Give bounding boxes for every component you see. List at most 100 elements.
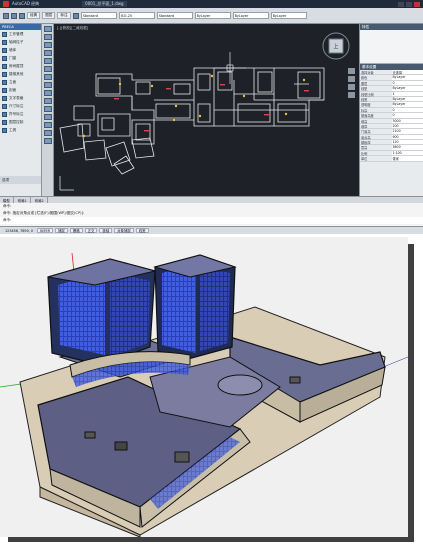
status-toggle[interactable]: 捕捉 xyxy=(55,228,68,233)
property-value[interactable]: 120 xyxy=(391,140,423,145)
polyline-tool-icon[interactable] xyxy=(43,34,52,40)
window-controls xyxy=(398,1,423,7)
crosshair-cursor xyxy=(214,52,246,84)
hatch-tool-icon[interactable] xyxy=(43,66,52,72)
property-value[interactable]: ByLayer xyxy=(391,86,423,91)
command-input[interactable]: 命令: xyxy=(0,217,423,224)
layer-icon[interactable] xyxy=(72,12,79,19)
erase-tool-icon[interactable] xyxy=(43,138,52,144)
property-value[interactable]: ByLayer xyxy=(391,96,423,102)
palette-footer[interactable]: 选项 xyxy=(0,176,41,184)
status-toggle[interactable]: INFER xyxy=(37,228,54,233)
palette-label: 文字表格 xyxy=(9,95,24,100)
text-style-select[interactable]: Standard xyxy=(80,12,117,19)
palette-item[interactable]: 图层控制 xyxy=(0,118,41,126)
move-tool-icon[interactable] xyxy=(43,82,52,88)
table-style-select[interactable]: Standard xyxy=(156,12,193,19)
palette-item[interactable]: 工具 xyxy=(0,126,41,134)
status-toggle[interactable]: 栅格 xyxy=(69,228,83,233)
status-toggle[interactable]: 正交 xyxy=(84,228,98,233)
copy-tool-icon[interactable] xyxy=(43,90,52,96)
palette-label: 房间屋顶 xyxy=(9,63,24,68)
palette-item[interactable]: 剖面 xyxy=(0,86,41,94)
property-row[interactable]: 单位 毫米 xyxy=(360,156,423,162)
line-tool-icon[interactable] xyxy=(43,26,52,32)
palette-icon xyxy=(2,55,7,61)
property-value[interactable]: 900 xyxy=(391,134,423,140)
palette-item[interactable]: 墙体 xyxy=(0,46,41,54)
save-icon[interactable] xyxy=(19,12,25,19)
color-select[interactable]: ByLayer xyxy=(194,12,231,19)
palette-icon xyxy=(2,119,7,125)
text-tool-icon[interactable] xyxy=(43,74,52,80)
property-value[interactable]: 2100 xyxy=(391,129,423,134)
lineweight-select[interactable]: ByLayer xyxy=(270,12,307,19)
tab-layout2[interactable]: 布局2 xyxy=(32,197,48,203)
tab-layout1[interactable]: 布局1 xyxy=(15,197,31,203)
palette-icon xyxy=(2,31,7,37)
palette-label: 图层控制 xyxy=(9,119,24,124)
open-icon[interactable] xyxy=(11,12,17,19)
palette-item[interactable]: 轴网柱子 xyxy=(0,38,41,46)
app-logo-icon[interactable] xyxy=(3,1,9,7)
ribbon-tab[interactable]: 标注 xyxy=(57,12,71,19)
trim-tool-icon[interactable] xyxy=(43,106,52,112)
file-tab[interactable]: 0001_总平面_1.dwg xyxy=(82,1,127,7)
palette-item[interactable]: 房间屋顶 xyxy=(0,62,41,70)
close-icon[interactable] xyxy=(414,1,420,7)
palette-item[interactable]: 符号标注 xyxy=(0,110,41,118)
arc-tool-icon[interactable] xyxy=(43,50,52,56)
property-value[interactable]: 3000 xyxy=(391,118,423,123)
property-value[interactable]: 0 xyxy=(391,107,423,113)
dim-style-select[interactable]: ISO-25 xyxy=(118,12,155,19)
status-toggle[interactable]: 线宽 xyxy=(135,228,149,233)
property-value[interactable]: 1:100 xyxy=(391,150,423,156)
property-key: 图层 xyxy=(361,81,368,86)
palette-label: 尺寸标注 xyxy=(9,103,24,108)
extend-tool-icon[interactable] xyxy=(43,114,52,120)
new-icon[interactable] xyxy=(3,12,9,19)
property-value[interactable]: 0 xyxy=(391,80,423,86)
rotate-tool-icon[interactable] xyxy=(43,98,52,104)
property-value[interactable]: ByLayer xyxy=(391,102,423,107)
tab-model[interactable]: 模型 xyxy=(0,197,14,203)
palette-item[interactable]: 尺寸标注 xyxy=(0,102,41,110)
palette-item[interactable]: 工作管理 xyxy=(0,30,41,38)
status-toggle[interactable]: 对象捕捉 xyxy=(114,228,134,233)
ribbon-tab[interactable]: 经典 xyxy=(27,12,41,19)
circle-tool-icon[interactable] xyxy=(43,42,52,48)
ribbon-tab[interactable]: 图层 xyxy=(42,12,56,19)
property-value[interactable]: 0 xyxy=(391,113,423,118)
palette-icon xyxy=(2,103,7,109)
property-key: 墙厚 xyxy=(361,124,368,129)
rect-tool-icon[interactable] xyxy=(43,58,52,64)
property-value[interactable]: 毫米 xyxy=(391,156,423,161)
property-value[interactable]: 1 xyxy=(391,91,423,96)
property-value[interactable]: 无选择 xyxy=(391,70,423,75)
property-value[interactable]: 3600 xyxy=(391,145,423,150)
maximize-icon[interactable] xyxy=(406,1,412,7)
property-key: 单位 xyxy=(361,157,368,162)
palette-icon xyxy=(2,39,7,45)
window-title: AutoCAD 经典 xyxy=(12,1,40,6)
property-key: 颜色 xyxy=(361,76,368,81)
command-area: 模型 布局1 布局2 命令: 命令: 指定对角点或 [栏选(F)/圈围(WP)/… xyxy=(0,196,423,226)
drawing-canvas[interactable]: [-][俯视][二维线框] 上 xyxy=(54,24,359,196)
palette-item[interactable]: 文字表格 xyxy=(0,94,41,102)
palette-item[interactable]: 立面 xyxy=(0,78,41,86)
palette-label: 剖面 xyxy=(9,87,17,92)
properties-panel: 特性 基本设置 选择对象 无选择 颜色 ByLayer 图层 0 线型 ByLayer 线型比例… xyxy=(359,24,423,196)
building-model xyxy=(0,252,409,538)
offset-tool-icon[interactable] xyxy=(43,122,52,128)
property-value[interactable]: ByLayer xyxy=(391,75,423,80)
palette-item[interactable]: 楼梯其他 xyxy=(0,70,41,78)
palette-item[interactable]: 门窗 xyxy=(0,54,41,62)
status-toggle[interactable]: 极轴 xyxy=(99,228,113,233)
linetype-select[interactable]: ByLayer xyxy=(232,12,269,19)
viewcube-label: 上 xyxy=(333,43,338,50)
mirror-tool-icon[interactable] xyxy=(43,130,52,136)
minimize-icon[interactable] xyxy=(398,1,404,7)
property-key: 透明度 xyxy=(361,103,371,108)
property-value[interactable]: 200 xyxy=(391,123,423,129)
palette-label: 墙体 xyxy=(9,47,17,52)
